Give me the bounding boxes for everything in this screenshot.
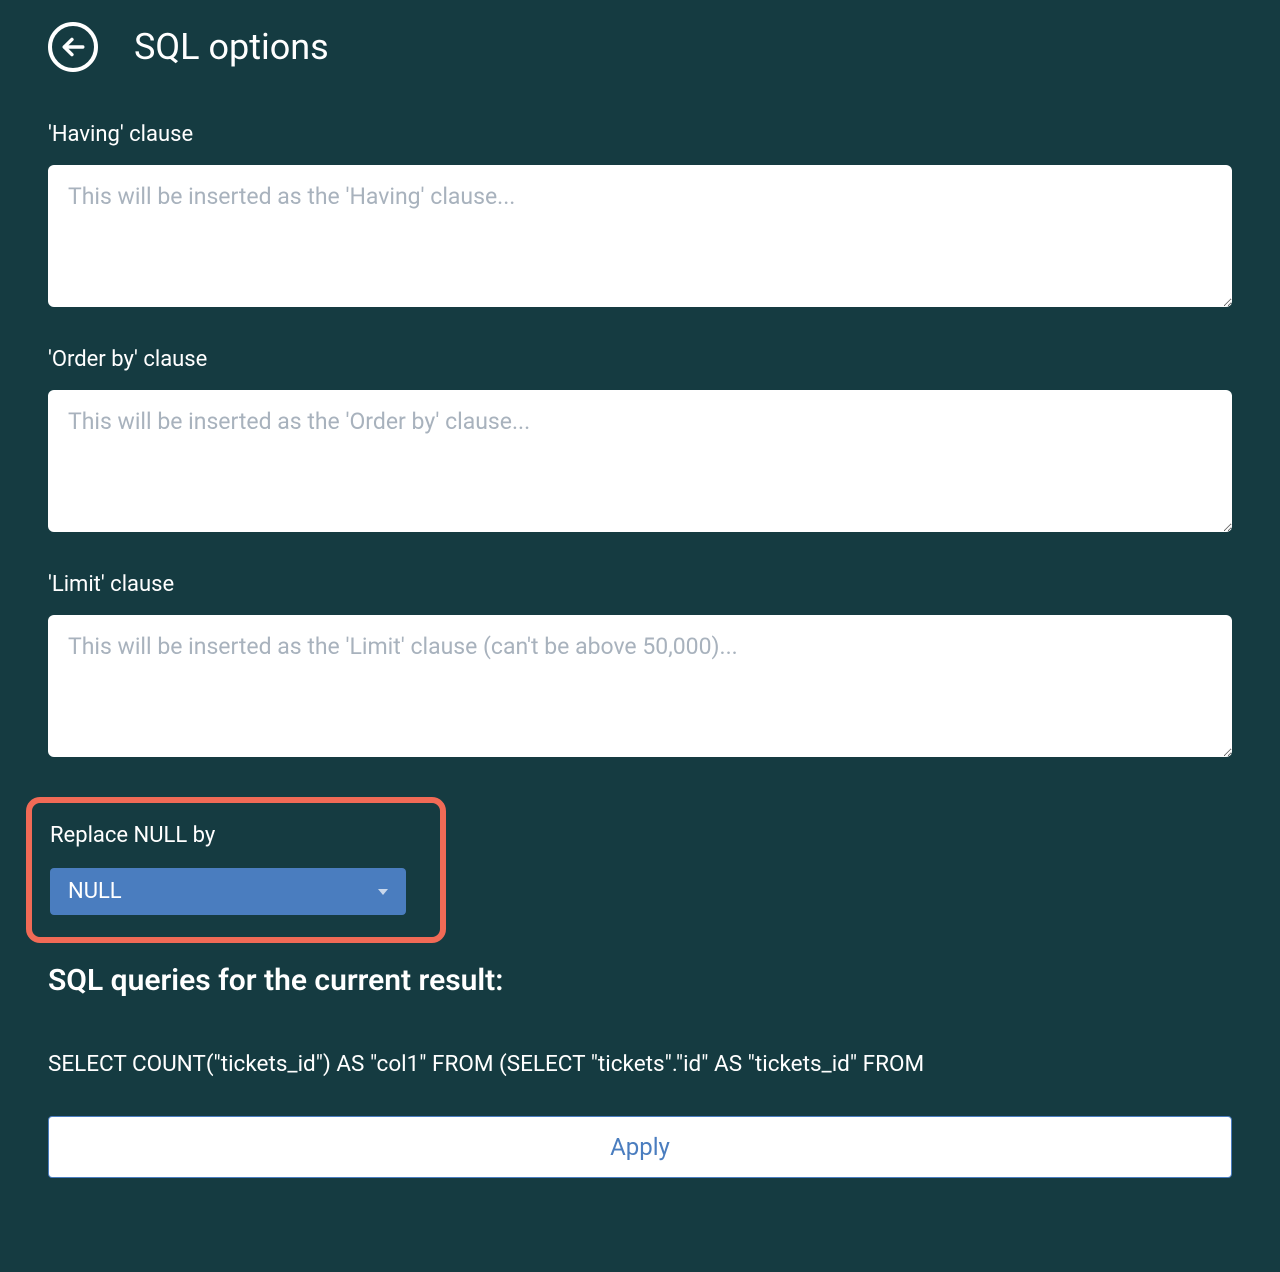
orderby-input[interactable]	[48, 390, 1232, 532]
apply-button[interactable]: Apply	[48, 1116, 1232, 1178]
limit-label: 'Limit' clause	[48, 572, 1232, 597]
results-heading: SQL queries for the current result:	[48, 963, 1232, 998]
orderby-label: 'Order by' clause	[48, 347, 1232, 372]
page-title: SQL options	[134, 26, 329, 68]
back-button[interactable]	[48, 22, 98, 72]
replace-null-selected-value: NULL	[68, 879, 122, 904]
caret-down-icon	[378, 889, 388, 895]
arrow-left-icon	[60, 34, 86, 60]
having-label: 'Having' clause	[48, 122, 1232, 147]
replace-null-highlight: Replace NULL by NULL	[26, 797, 446, 943]
limit-input[interactable]	[48, 615, 1232, 757]
sql-query-text: SELECT COUNT("tickets_id") AS "col1" FRO…	[48, 1048, 1232, 1082]
replace-null-select[interactable]: NULL	[50, 868, 406, 915]
having-input[interactable]	[48, 165, 1232, 307]
replace-null-label: Replace NULL by	[50, 823, 422, 848]
